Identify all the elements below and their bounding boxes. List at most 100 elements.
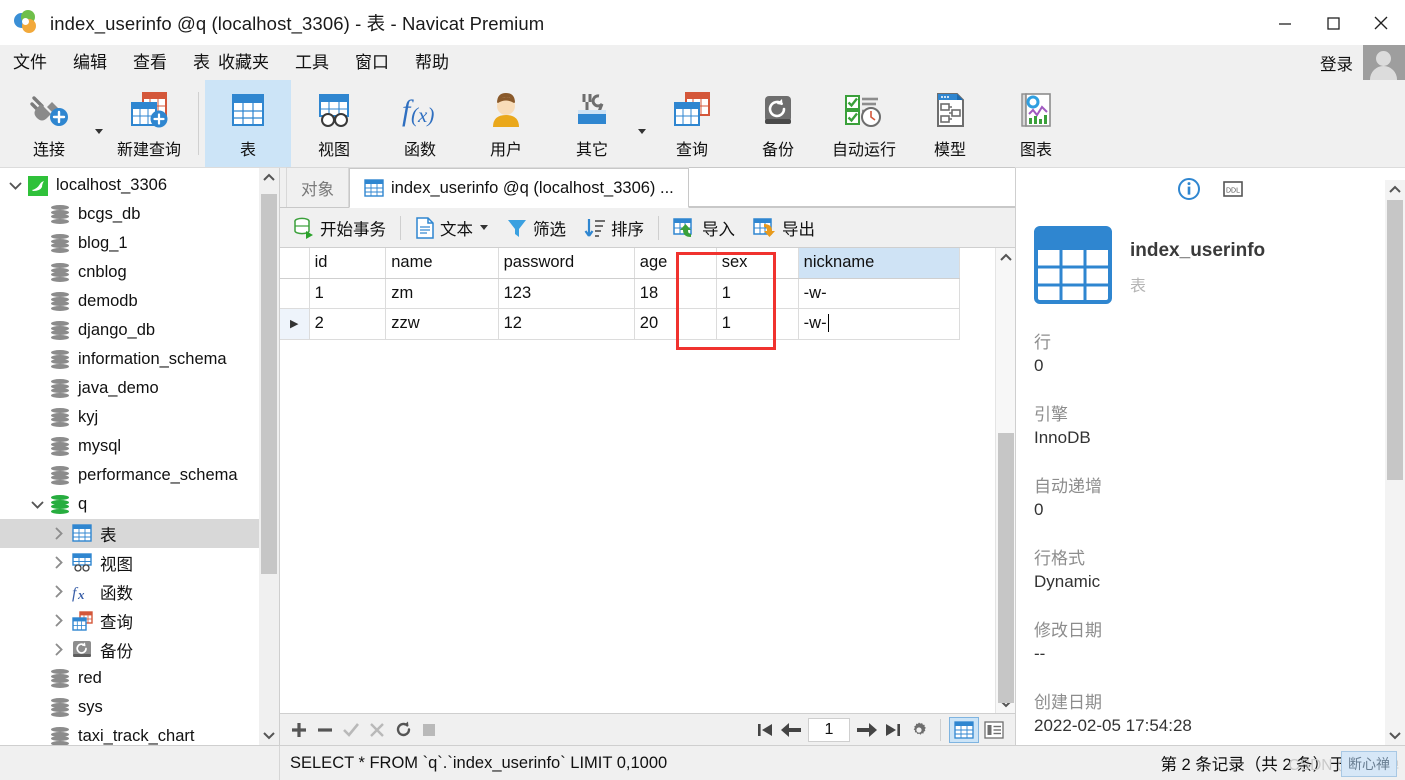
info-scroll-track[interactable] [1385, 200, 1405, 725]
menu-item-view[interactable]: 查看 [120, 45, 180, 80]
cell-nickname-editing[interactable]: -w- [798, 308, 961, 340]
next-page-icon[interactable] [854, 714, 880, 746]
text-dropdown-caret-icon[interactable] [480, 225, 488, 230]
form-view-icon[interactable] [979, 717, 1009, 743]
menu-item-window[interactable]: 窗口 [342, 45, 402, 80]
tree-node-mysql[interactable]: mysql [0, 432, 279, 461]
toolbar-backup-button[interactable]: 备份 [735, 80, 821, 167]
cell-name[interactable]: zzw [385, 308, 499, 340]
data-grid-viewport[interactable]: id name password age sex nickname 1 zm 123 18 1 -w… [280, 248, 995, 713]
menu-item-help[interactable]: 帮助 [402, 45, 462, 80]
scroll-up-icon[interactable] [996, 248, 1016, 268]
prev-page-icon[interactable] [778, 714, 804, 746]
tab-objects[interactable]: 对象 [286, 167, 349, 207]
cell-sex[interactable]: 1 [716, 308, 799, 340]
first-page-icon[interactable] [752, 714, 778, 746]
menu-item-table[interactable]: 表 [180, 45, 214, 80]
column-header-sex[interactable]: sex [716, 248, 799, 279]
filter-button[interactable]: 筛选 [497, 208, 575, 248]
grid-scroll-track[interactable] [996, 268, 1016, 703]
column-header-age[interactable]: age [634, 248, 717, 279]
apply-check-icon[interactable] [338, 714, 364, 746]
login-button[interactable]: 登录 [1320, 51, 1353, 75]
tree-scroll-track[interactable] [259, 188, 279, 725]
toolbar-function-button[interactable]: f (x) 函数 [377, 80, 463, 167]
tree-node-java_demo[interactable]: java_demo [0, 374, 279, 403]
settings-gear-icon[interactable] [906, 714, 932, 746]
cell-id[interactable]: 2 [309, 308, 387, 340]
scroll-up-icon[interactable] [1385, 180, 1405, 200]
tree-node-[interactable]: 备份 [0, 635, 279, 664]
data-grid-body[interactable]: 1 zm 123 18 1 -w- ▶ 2 zzw 12 20 1 -w- [280, 278, 961, 340]
menu-item-tools[interactable]: 工具 [282, 45, 342, 80]
export-button[interactable]: 导出 [744, 208, 824, 248]
scroll-down-icon[interactable] [259, 725, 279, 745]
close-icon[interactable] [1357, 0, 1405, 45]
toolbar-automation-button[interactable]: 自动运行 [821, 80, 907, 167]
table-row[interactable]: ▶ 2 zzw 12 20 1 -w- [280, 308, 961, 340]
cell-age[interactable]: 20 [634, 308, 717, 340]
info-circle-icon[interactable] [1176, 176, 1202, 202]
info-vertical-scrollbar[interactable] [1385, 180, 1405, 745]
tree-node-sys[interactable]: sys [0, 693, 279, 722]
menu-item-file[interactable]: 文件 [0, 45, 60, 80]
tab-index-userinfo[interactable]: index_userinfo @q (localhost_3306) ... [349, 168, 689, 208]
tree-node-taxi_track_chart[interactable]: taxi_track_chart [0, 722, 279, 745]
cell-id[interactable]: 1 [309, 278, 387, 309]
cell-password[interactable]: 12 [498, 308, 635, 340]
last-page-icon[interactable] [880, 714, 906, 746]
tree-node-[interactable]: 视图 [0, 548, 279, 577]
tree-node-localhost_3306[interactable]: localhost_3306 [0, 171, 279, 200]
user-avatar-icon[interactable] [1363, 45, 1405, 80]
other-dropdown-caret-icon[interactable] [635, 80, 649, 167]
import-button[interactable]: 导入 [664, 208, 744, 248]
scroll-up-icon[interactable] [259, 168, 279, 188]
menu-item-edit[interactable]: 编辑 [60, 45, 120, 80]
tree-node-kyj[interactable]: kyj [0, 403, 279, 432]
row-marker[interactable]: ▶ [280, 308, 310, 340]
tree-scroll-thumb[interactable] [261, 194, 277, 574]
refresh-icon[interactable] [390, 714, 416, 746]
tree-node-cnblog[interactable]: cnblog [0, 258, 279, 287]
chevron-down-icon[interactable] [26, 500, 48, 510]
tree-node-demodb[interactable]: demodb [0, 287, 279, 316]
chevron-down-icon[interactable] [4, 181, 26, 191]
toolbar-chart-button[interactable]: 图表 [993, 80, 1079, 167]
toolbar-other-button[interactable]: 其它 [549, 80, 635, 167]
tree-node-[interactable]: f x 函数 [0, 577, 279, 606]
maximize-icon[interactable] [1309, 0, 1357, 45]
data-grid[interactable]: id name password age sex nickname 1 zm 123 18 1 -w… [280, 248, 961, 340]
grid-vertical-scrollbar[interactable] [995, 248, 1015, 713]
toolbar-new-query-button[interactable]: 新建查询 [106, 80, 192, 167]
menu-item-favorites[interactable]: 收藏夹 [214, 45, 282, 80]
tree-vertical-scrollbar[interactable] [259, 168, 279, 745]
toolbar-table-button[interactable]: 表 [205, 80, 291, 167]
grid-view-icon[interactable] [949, 716, 979, 743]
tree-node-performance_schema[interactable]: performance_schema [0, 461, 279, 490]
column-header-password[interactable]: password [498, 248, 635, 279]
page-number-input[interactable]: 1 [808, 717, 850, 742]
toolbar-query-button[interactable]: 查询 [649, 80, 735, 167]
grid-scroll-thumb[interactable] [997, 433, 1014, 703]
tree-node-bcgs_db[interactable]: bcgs_db [0, 200, 279, 229]
cell-name[interactable]: zm [385, 278, 499, 309]
stop-icon[interactable] [416, 714, 442, 746]
cell-sex[interactable]: 1 [716, 278, 799, 309]
begin-transaction-button[interactable]: 开始事务 [284, 208, 395, 248]
info-scroll-thumb[interactable] [1387, 200, 1403, 480]
data-grid-header-row[interactable]: id name password age sex nickname [280, 248, 961, 279]
table-row[interactable]: 1 zm 123 18 1 -w- [280, 278, 961, 309]
tree-node-[interactable]: 查询 [0, 606, 279, 635]
tree-node-django_db[interactable]: django_db [0, 316, 279, 345]
tree-node-red[interactable]: red [0, 664, 279, 693]
scroll-down-icon[interactable] [1385, 725, 1405, 745]
remove-record-icon[interactable] [312, 714, 338, 746]
connection-dropdown-caret-icon[interactable] [92, 80, 106, 167]
column-header-nickname[interactable]: nickname [798, 248, 961, 279]
tree-node-information_schema[interactable]: information_schema [0, 345, 279, 374]
toolbar-user-button[interactable]: 用户 [463, 80, 549, 167]
cell-nickname[interactable]: -w- [798, 278, 961, 309]
cell-password[interactable]: 123 [498, 278, 635, 309]
toolbar-view-button[interactable]: 视图 [291, 80, 377, 167]
cell-age[interactable]: 18 [634, 278, 717, 309]
